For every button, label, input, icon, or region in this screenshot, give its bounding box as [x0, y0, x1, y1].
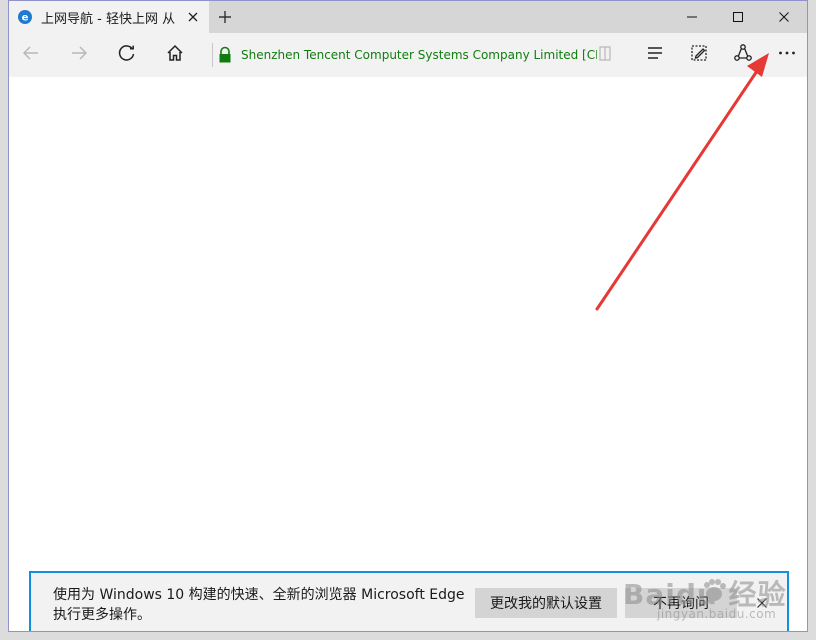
banner-message: 使用为 Windows 10 构建的快速、全新的浏览器 Microsoft Ed… — [53, 587, 465, 623]
navigation-toolbar: Shenzhen Tencent Computer Systems Compan… — [9, 33, 807, 77]
refresh-button[interactable] — [105, 33, 149, 77]
address-bar[interactable]: Shenzhen Tencent Computer Systems Compan… — [217, 41, 613, 69]
desktop-left-edge — [0, 0, 8, 640]
new-tab-button[interactable] — [214, 7, 236, 27]
maximize-button[interactable] — [715, 1, 761, 33]
toolbar-separator — [212, 43, 213, 67]
site-identity: Shenzhen Tencent Computer Systems Compan… — [241, 48, 609, 62]
browser-tab[interactable]: e 上网导航 - 轻快上网 从 — [9, 1, 209, 33]
home-button[interactable] — [153, 33, 197, 77]
page-content — [9, 77, 807, 631]
web-note-button[interactable] — [677, 33, 721, 77]
home-icon — [165, 43, 185, 67]
lock-icon — [217, 46, 233, 64]
forward-button[interactable] — [57, 33, 101, 77]
close-tab-icon[interactable] — [185, 9, 201, 25]
maximize-icon — [732, 8, 744, 27]
edge-e-icon: e — [17, 9, 33, 25]
web-note-icon — [689, 43, 709, 67]
back-arrow-icon — [21, 43, 41, 67]
back-button[interactable] — [9, 33, 53, 77]
svg-text:e: e — [22, 12, 29, 23]
dont-ask-again-button[interactable]: 不再询问 — [625, 588, 737, 618]
desktop-bottom-edge — [0, 632, 816, 640]
minimize-button[interactable] — [669, 1, 715, 33]
reading-view-icon — [598, 44, 612, 66]
more-button[interactable] — [765, 33, 807, 77]
default-browser-banner: 使用为 Windows 10 构建的快速、全新的浏览器 Microsoft Ed… — [29, 571, 789, 631]
tab-title: 上网导航 - 轻快上网 从 — [41, 11, 176, 27]
hub-button[interactable] — [633, 33, 677, 77]
edge-browser-window: e 上网导航 - 轻快上网 从 Shenzhen Tencent Compute… — [8, 0, 808, 632]
refresh-icon — [117, 43, 137, 67]
forward-arrow-icon — [69, 43, 89, 67]
close-icon — [756, 594, 768, 613]
change-default-settings-button[interactable]: 更改我的默认设置 — [475, 588, 617, 618]
minimize-icon — [686, 8, 698, 27]
desktop-right-edge — [808, 0, 816, 640]
share-button[interactable] — [721, 33, 765, 77]
reading-view-button[interactable] — [597, 45, 613, 65]
more-icon — [777, 43, 797, 67]
banner-close-button[interactable] — [755, 596, 769, 610]
close-icon — [778, 8, 790, 27]
share-icon — [733, 43, 753, 67]
title-bar: e 上网导航 - 轻快上网 从 — [9, 1, 807, 33]
window-close-button[interactable] — [761, 1, 807, 33]
hub-icon — [645, 43, 665, 67]
